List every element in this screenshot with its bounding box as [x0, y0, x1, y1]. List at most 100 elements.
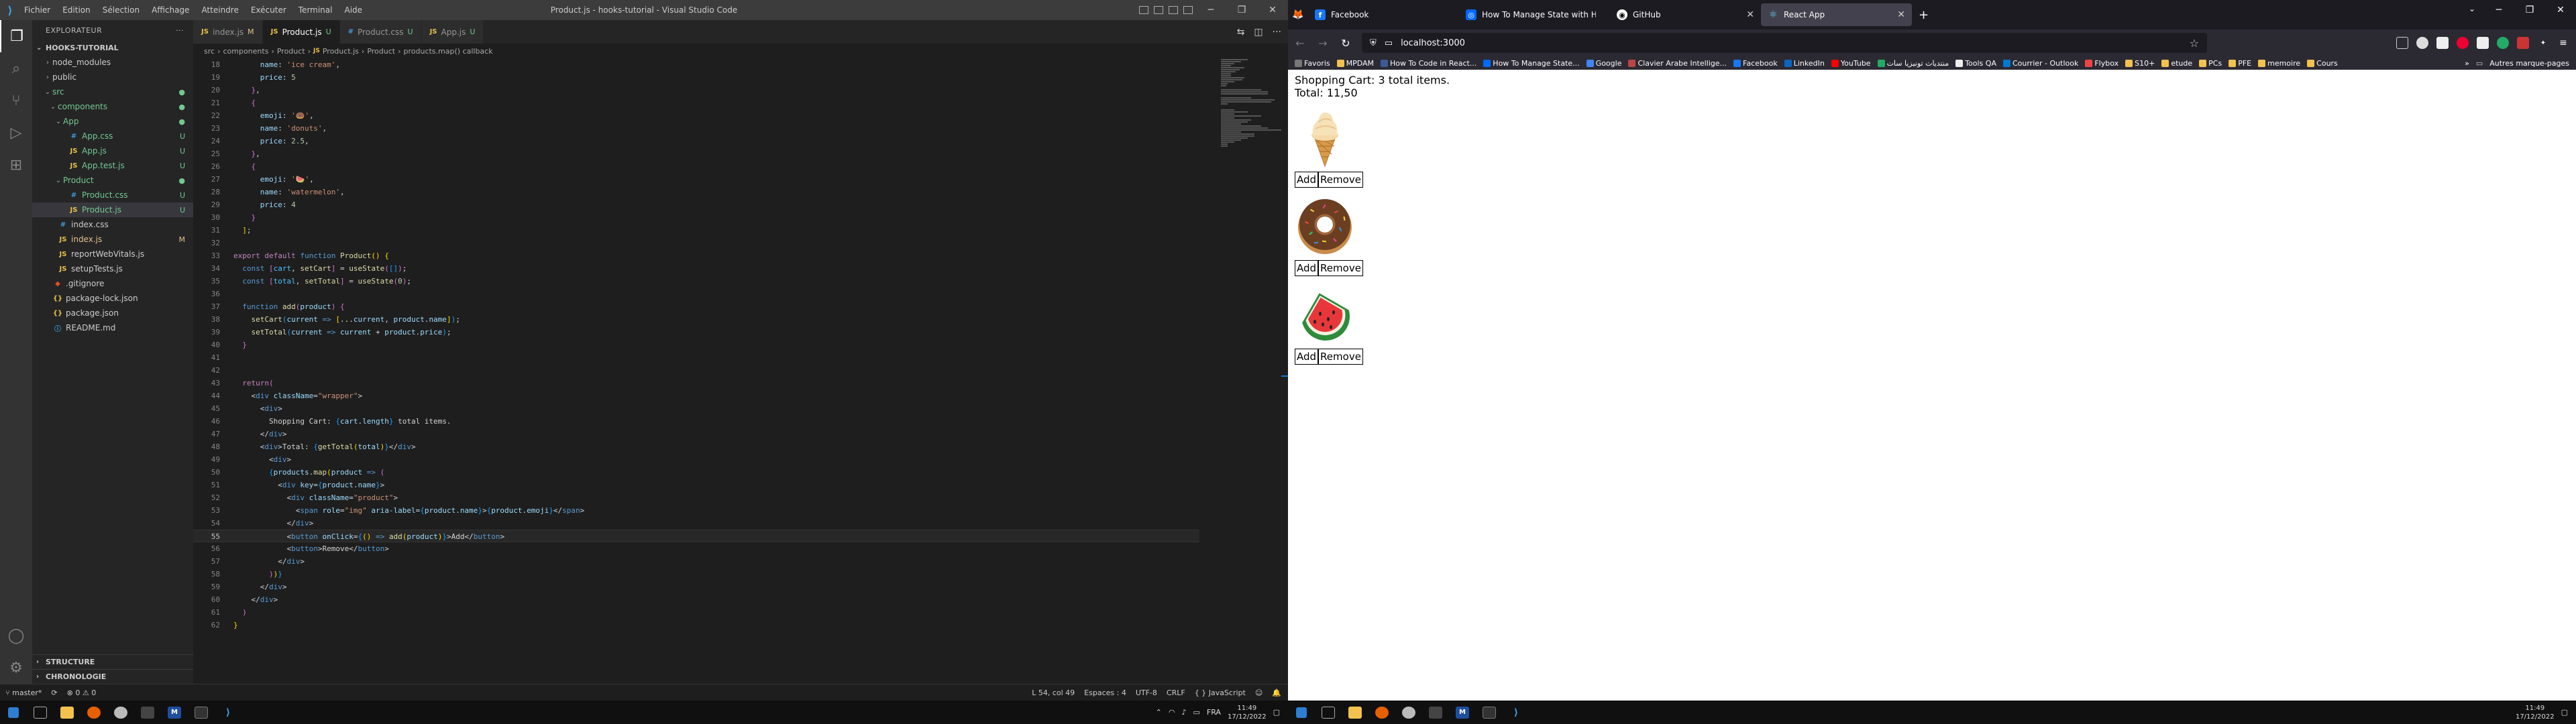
- remove-button[interactable]: Remove: [1318, 349, 1363, 365]
- bookmark-item[interactable]: S10+: [2125, 59, 2155, 68]
- url-bar[interactable]: ⛨ ▭ localhost:3000 ☆: [1362, 33, 2207, 53]
- volume-icon[interactable]: ♪: [1181, 708, 1186, 717]
- windows-start-icon[interactable]: [1288, 701, 1315, 724]
- account-icon[interactable]: ◯: [0, 619, 32, 652]
- extension-icon[interactable]: [2497, 37, 2509, 49]
- tab-product-css[interactable]: # Product.css U: [339, 20, 422, 44]
- app-icon[interactable]: [134, 701, 161, 724]
- tree-file[interactable]: JS App.test.js U: [32, 158, 193, 173]
- firefox-taskbar-icon[interactable]: [80, 701, 107, 724]
- feedback-icon[interactable]: ☺: [1255, 688, 1263, 697]
- language-mode[interactable]: { } JavaScript: [1195, 688, 1246, 697]
- code-editor[interactable]: 18 name: 'ice cream', 19 price: 5 20 }, …: [193, 58, 1199, 668]
- task-view-icon[interactable]: [27, 701, 54, 724]
- extensions-icon[interactable]: ⊞: [0, 149, 32, 181]
- minimap[interactable]: [1221, 58, 1288, 152]
- browser-tab-digitalocean[interactable]: ◎ How To Manage State with Hooks on Reac…: [1459, 3, 1610, 26]
- maximize-button[interactable]: ❐: [1226, 5, 1257, 15]
- add-button[interactable]: Add: [1295, 172, 1319, 188]
- page-info-icon[interactable]: ▭: [1385, 38, 1393, 48]
- breadcrumb-item[interactable]: products.map() callback: [404, 47, 493, 56]
- extension-icon[interactable]: [2477, 37, 2489, 49]
- remove-button[interactable]: Remove: [1318, 260, 1363, 276]
- breadcrumb-item[interactable]: Product.js: [323, 47, 359, 56]
- vscode-taskbar-icon[interactable]: ⟩: [215, 701, 241, 724]
- tree-folder[interactable]: › node_modules: [32, 55, 193, 70]
- bookmark-item[interactable]: Courrier - Outlook: [2002, 59, 2078, 68]
- tree-file[interactable]: ◆ .gitignore: [32, 276, 193, 291]
- minimize-button[interactable]: ─: [2483, 5, 2514, 15]
- pocket-icon[interactable]: [2396, 37, 2408, 49]
- timeline-section[interactable]: › CHRONOLOGIE: [32, 669, 193, 684]
- firefox-view-icon[interactable]: 🦊: [1288, 9, 1308, 20]
- customize-layout-icon[interactable]: [1183, 6, 1193, 14]
- maximize-button[interactable]: ❐: [2514, 5, 2545, 15]
- file-explorer-icon[interactable]: [1342, 701, 1368, 724]
- extension-icon[interactable]: [2436, 37, 2449, 49]
- forward-arrow-icon[interactable]: →: [1316, 37, 1330, 50]
- bookmark-item[interactable]: Flybox: [2085, 59, 2118, 68]
- breadcrumb-item[interactable]: src: [204, 47, 215, 56]
- clock[interactable]: 11:49 17/12/2022: [1228, 704, 1267, 721]
- tree-file[interactable]: {} package-lock.json: [32, 291, 193, 306]
- menu-view[interactable]: Affichage: [152, 5, 189, 15]
- app-icon[interactable]: [1422, 701, 1449, 724]
- tab-app-js[interactable]: JS App.js U: [421, 20, 484, 44]
- matlab-icon[interactable]: M: [161, 701, 188, 724]
- tree-file[interactable]: # Product.css U: [32, 188, 193, 202]
- bookmark-item[interactable]: Tools QA: [1955, 59, 1996, 68]
- tab-index-js[interactable]: JS index.js M: [193, 20, 263, 44]
- vscode-taskbar-icon[interactable]: ⟩: [1503, 701, 1529, 724]
- tree-folder[interactable]: ⌄ Product ●: [32, 173, 193, 188]
- menu-go[interactable]: Atteindre: [201, 5, 238, 15]
- firefox-taskbar-icon[interactable]: [1368, 701, 1395, 724]
- reload-icon[interactable]: ↻: [1339, 37, 1352, 50]
- clock[interactable]: 11:49 17/12/2022: [2516, 704, 2555, 721]
- split-editor-icon[interactable]: ◫: [1254, 27, 1263, 38]
- extensions-puzzle-icon[interactable]: ✦: [2537, 37, 2549, 49]
- task-view-icon[interactable]: [1315, 701, 1342, 724]
- bookmark-item[interactable]: How To Code in React...: [1381, 59, 1477, 68]
- menu-selection[interactable]: Sélection: [103, 5, 140, 15]
- bookmark-item[interactable]: منتديات تونيزيا سات: [1877, 59, 1949, 68]
- terminal-icon[interactable]: [188, 701, 215, 724]
- menu-file[interactable]: Fichier: [24, 5, 50, 15]
- back-arrow-icon[interactable]: ←: [1293, 37, 1307, 50]
- tree-file[interactable]: JS Product.js U: [32, 202, 193, 217]
- eol-status[interactable]: CRLF: [1167, 688, 1185, 697]
- tree-file[interactable]: {} package.json: [32, 306, 193, 320]
- close-button[interactable]: ✕: [1257, 5, 1288, 15]
- outline-section[interactable]: › STRUCTURE: [32, 654, 193, 669]
- more-actions-icon[interactable]: ···: [176, 26, 184, 35]
- indentation-status[interactable]: Espaces : 4: [1084, 688, 1126, 697]
- bookmark-item[interactable]: etude: [2161, 59, 2192, 68]
- problems-status[interactable]: ⊗ 0 ⚠ 0: [67, 688, 97, 697]
- bookmark-item[interactable]: PFE: [2229, 59, 2251, 68]
- run-debug-icon[interactable]: ▷: [0, 117, 32, 149]
- language-indicator[interactable]: FRA: [1207, 708, 1221, 717]
- browser-tab-react-app[interactable]: ⚛ React App ✕: [1761, 3, 1912, 26]
- tree-file[interactable]: JS setupTests.js: [32, 261, 193, 276]
- breadcrumb-item[interactable]: Product: [367, 47, 395, 56]
- tab-close-icon[interactable]: ✕: [1746, 9, 1754, 20]
- bookmark-item[interactable]: How To Manage State...: [1483, 59, 1580, 68]
- git-branch-status[interactable]: ⑂ master*: [5, 688, 42, 697]
- breadcrumb-item[interactable]: components: [223, 47, 268, 56]
- steam-icon[interactable]: [1395, 701, 1422, 724]
- bookmark-star-icon[interactable]: ☆: [2190, 37, 2199, 50]
- cursor-position[interactable]: L 54, col 49: [1032, 688, 1075, 697]
- bookmark-item[interactable]: memoire: [2258, 59, 2300, 68]
- tree-file[interactable]: # index.css: [32, 217, 193, 232]
- minimize-button[interactable]: ─: [1195, 5, 1226, 15]
- toggle-panel-icon[interactable]: [1154, 6, 1163, 14]
- tree-file[interactable]: # App.css U: [32, 129, 193, 143]
- toggle-sidebar-icon[interactable]: [1139, 6, 1148, 14]
- search-icon[interactable]: ⌕: [0, 52, 32, 84]
- browser-tab-github[interactable]: ◉ GitHub ✕: [1610, 3, 1761, 26]
- terminal-icon[interactable]: [1476, 701, 1503, 724]
- breadcrumb-item[interactable]: Product: [277, 47, 305, 56]
- site-info-shield-icon[interactable]: ⛨: [1370, 38, 1377, 48]
- sync-icon[interactable]: ⟳: [51, 688, 57, 697]
- project-section[interactable]: ⌄ HOOKS-TUTORIAL: [32, 40, 193, 55]
- tab-product-js[interactable]: JS Product.js U: [262, 20, 340, 44]
